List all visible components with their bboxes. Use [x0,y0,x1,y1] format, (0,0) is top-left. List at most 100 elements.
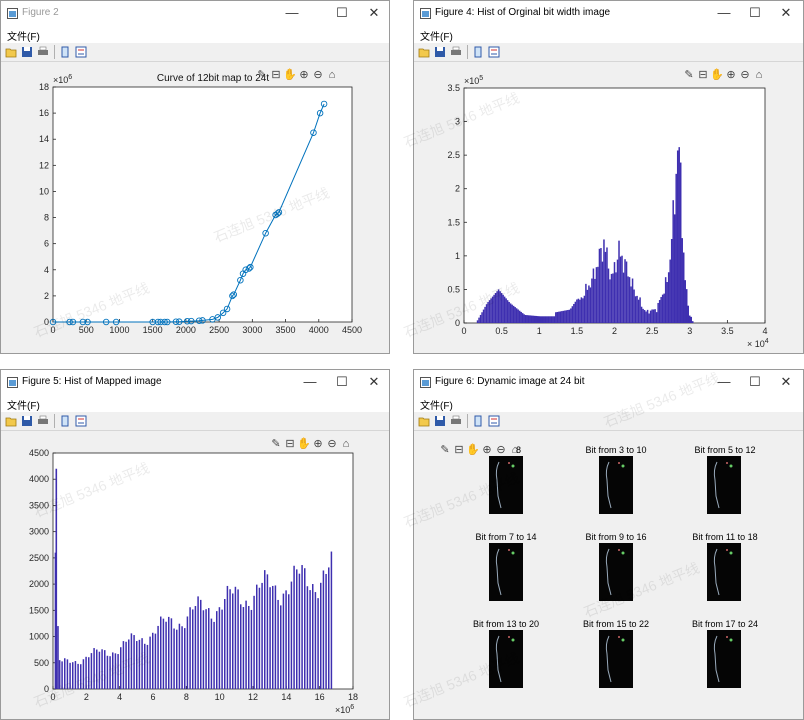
histogram-bar [237,589,239,689]
insert-legend-icon[interactable] [488,415,500,427]
print-icon[interactable] [37,415,49,427]
maximize-icon[interactable]: ☐ [742,373,768,391]
zoom-in-icon[interactable]: ⊕ [311,437,325,451]
link-plot-icon[interactable] [472,415,484,427]
open-file-icon[interactable] [5,46,17,58]
zoom-out-icon[interactable]: ⊖ [325,437,339,451]
axes-toolbar: ✎ ⊟ ✋ ⊕ ⊖ ⌂ [255,68,339,82]
histogram-bar [645,311,647,323]
histogram-bar [69,662,71,689]
histogram-bar [314,592,317,689]
link-plot-icon[interactable] [472,46,484,58]
y-tick-label: 4500 [29,448,49,458]
zoom-in-icon[interactable]: ⊕ [480,443,494,457]
pan-icon[interactable]: ✋ [710,68,724,82]
home-icon[interactable]: ⌂ [752,68,766,82]
image-content [605,461,625,509]
open-file-icon[interactable] [418,46,430,58]
maximize-icon[interactable]: ☐ [742,4,768,22]
zoom-out-icon[interactable]: ⊖ [494,443,508,457]
minimize-icon[interactable]: — [297,373,323,391]
datatip-icon[interactable]: ⊟ [452,443,466,457]
open-file-icon[interactable] [5,415,17,427]
window-title: Figure 5: Hist of Mapped image [22,376,162,387]
maximize-icon[interactable]: ☐ [329,373,355,391]
link-plot-icon[interactable] [59,46,71,58]
subplot-title: Bit from 3 to 10 [585,445,647,455]
close-icon[interactable]: ✕ [773,373,799,391]
brush-icon[interactable]: ✎ [682,68,696,82]
histogram-bar [547,316,550,323]
open-file-icon[interactable] [418,415,430,427]
menu-file[interactable]: 文件(F) [7,397,40,412]
histogram-bar [529,315,531,323]
histogram-bar [64,658,66,689]
save-icon[interactable] [434,46,446,58]
title-bar[interactable]: Figure 2 — ☐ ✕ [1,1,389,27]
pan-icon[interactable]: ✋ [283,68,297,82]
histogram-bar [66,659,69,689]
histogram-bar [293,565,295,689]
histogram-bar [285,590,287,689]
histogram-bar [112,652,114,689]
insert-legend-icon[interactable] [75,415,87,427]
datatip-icon[interactable]: ⊟ [269,68,283,82]
link-plot-icon[interactable] [59,415,71,427]
image-content [713,461,733,509]
brush-icon[interactable]: ✎ [438,443,452,457]
save-icon[interactable] [21,415,33,427]
home-icon[interactable]: ⌂ [339,437,353,451]
minimize-icon[interactable]: — [279,4,305,22]
histogram-bar [165,621,167,689]
histogram-bar [651,309,653,323]
close-icon[interactable]: ✕ [773,4,799,22]
save-icon[interactable] [434,415,446,427]
histogram-bar [637,299,640,323]
histogram-bar [178,623,181,689]
histogram-bar [690,316,693,323]
zoom-in-icon[interactable]: ⊕ [724,68,738,82]
menu-file[interactable]: 文件(F) [7,28,40,43]
title-bar[interactable]: Figure 6: Dynamic image at 24 bit — ☐ ✕ [414,370,803,396]
zoom-out-icon[interactable]: ⊖ [311,68,325,82]
zoom-out-icon[interactable]: ⊖ [738,68,752,82]
home-icon[interactable]: ⌂ [325,68,339,82]
y-tick-label: 4000 [29,474,49,484]
minimize-icon[interactable]: — [711,4,737,22]
plot-title: Curve of 12bit map to 24t [157,73,270,84]
x-tick-label: 4000 [309,325,329,335]
menu-file[interactable]: 文件(F) [420,397,453,412]
zoom-in-icon[interactable]: ⊕ [297,68,311,82]
brush-icon[interactable]: ✎ [255,68,269,82]
maximize-icon[interactable]: ☐ [329,4,355,22]
insert-legend-icon[interactable] [488,46,500,58]
pan-icon[interactable]: ✋ [297,437,311,451]
close-icon[interactable]: ✕ [361,373,387,391]
histogram-bar [234,586,237,689]
print-icon[interactable] [450,46,462,58]
print-icon[interactable] [37,46,49,58]
print-icon[interactable] [450,415,462,427]
minimize-icon[interactable]: — [711,373,737,391]
title-bar[interactable]: Figure 4: Hist of Orginal bit width imag… [414,1,803,27]
histogram-bar [320,582,322,689]
x-tick-label: 2500 [209,325,229,335]
histogram-bar [580,297,583,323]
histogram-bar [290,581,293,689]
insert-legend-icon[interactable] [75,46,87,58]
datatip-icon[interactable]: ⊟ [283,437,297,451]
menu-file[interactable]: 文件(F) [420,28,453,43]
histogram-bar [633,289,635,323]
x-tick-label: 1500 [143,325,163,335]
close-icon[interactable]: ✕ [361,4,387,22]
x-tick-label: 2 [612,326,617,336]
brush-icon[interactable]: ✎ [269,437,283,451]
title-bar[interactable]: Figure 5: Hist of Mapped image — ☐ ✕ [1,370,389,396]
save-icon[interactable] [21,46,33,58]
y-tick-label: 2 [44,291,49,301]
histogram-bar [598,248,601,323]
pan-icon[interactable]: ✋ [466,443,480,457]
figure-5-window: Figure 5: Hist of Mapped image — ☐ ✕ 文件(… [0,369,390,720]
image-content [495,548,515,596]
datatip-icon[interactable]: ⊟ [696,68,710,82]
